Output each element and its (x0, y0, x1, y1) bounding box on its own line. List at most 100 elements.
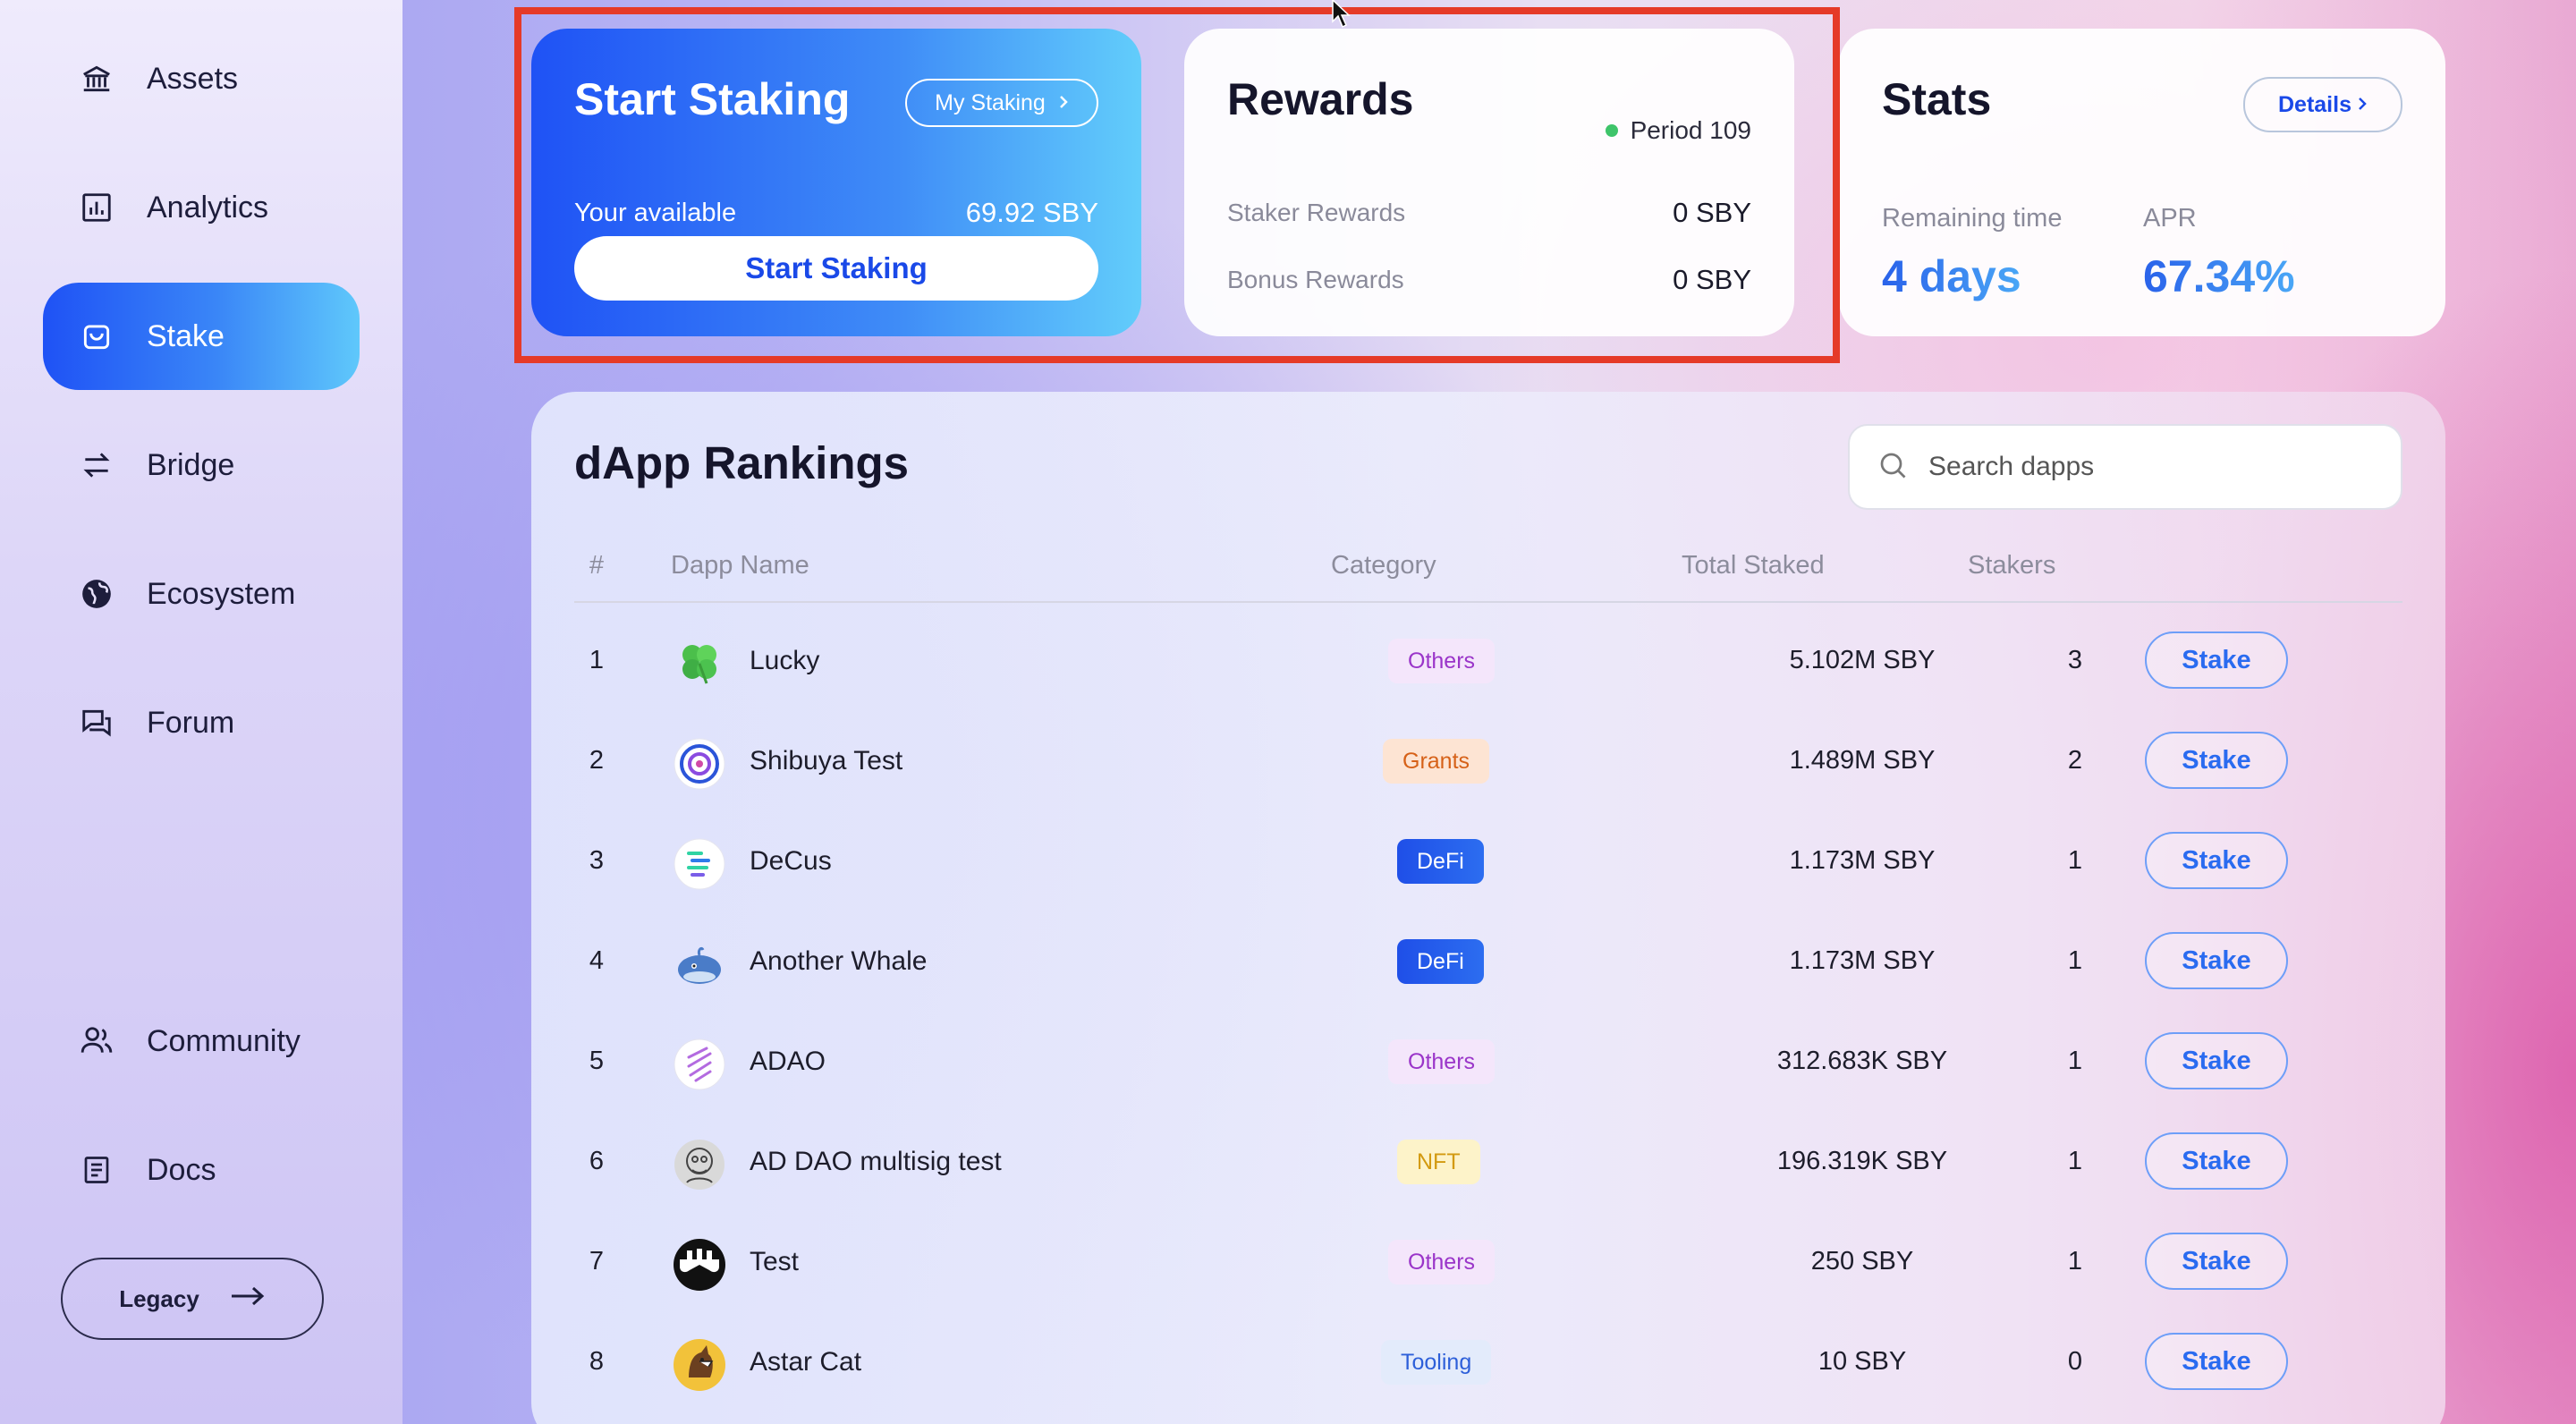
stakers-count: 1 (2067, 846, 2083, 875)
stake-button[interactable]: Stake (2145, 832, 2288, 889)
category-badge: Grants (1383, 739, 1490, 784)
column-header-category: Category (1331, 551, 1436, 580)
sidebar-item-label: Ecosystem (147, 576, 296, 611)
total-staked: 312.683K SBY (1776, 1047, 1948, 1075)
dapp-name[interactable]: ADAO (750, 1047, 826, 1077)
mustache-logo-icon (673, 1238, 726, 1292)
dapp-name[interactable]: Another Whale (750, 946, 927, 977)
sidebar-item-forum[interactable]: Forum (43, 669, 360, 776)
arrow-right-icon (230, 1285, 266, 1313)
remaining-time-label: Remaining time (1882, 204, 2063, 233)
globe-icon (79, 576, 114, 612)
category-badge: Others (1388, 1039, 1496, 1084)
stake-button[interactable]: Stake (2145, 1233, 2288, 1290)
total-staked: 1.489M SBY (1789, 746, 1936, 775)
sidebar-item-label: Community (147, 1023, 301, 1058)
row-rank: 1 (589, 646, 605, 674)
stake-button[interactable]: Stake (2145, 1333, 2288, 1390)
stakers-count: 1 (2067, 946, 2083, 975)
stats-card: Stats Details Remaining time 4 days APR … (1839, 29, 2445, 336)
sidebar-item-assets[interactable]: Assets (43, 25, 360, 132)
mouse-cursor-icon (1331, 0, 1351, 35)
row-rank: 7 (589, 1247, 605, 1276)
dapp-name[interactable]: AD DAO multisig test (750, 1147, 1002, 1177)
sidebar-item-stake[interactable]: Stake (43, 283, 360, 390)
sidebar-item-analytics[interactable]: Analytics (43, 154, 360, 261)
legacy-label: Legacy (119, 1284, 199, 1312)
table-row: 4 Another Whale DeFi 1.173M SBY 1 Stake (574, 911, 2402, 1011)
highlight-frame (514, 7, 1840, 363)
details-button[interactable]: Details (2243, 77, 2402, 132)
table-row: 6 AD DAO multisig test NFT 196.319K SBY … (574, 1111, 2402, 1211)
category-badge: NFT (1397, 1140, 1480, 1184)
total-staked: 250 SBY (1810, 1247, 1914, 1276)
sidebar-item-label: Analytics (147, 190, 269, 225)
cat-logo-icon (673, 1338, 726, 1392)
stake-button[interactable]: Stake (2145, 732, 2288, 789)
bag-icon (79, 318, 114, 354)
shibuya-logo-icon (673, 737, 726, 791)
total-staked: 1.173M SBY (1789, 846, 1936, 875)
remaining-time-value: 4 days (1882, 251, 2021, 301)
search-box[interactable] (1848, 424, 2402, 510)
stakers-count: 3 (2067, 646, 2083, 674)
row-rank: 5 (589, 1047, 605, 1075)
bank-icon (79, 61, 114, 97)
category-badge: DeFi (1397, 939, 1484, 984)
sidebar: Assets Analytics Stake Bridge Ecosystem … (0, 0, 402, 1424)
stake-button[interactable]: Stake (2145, 631, 2288, 689)
dapp-name[interactable]: Shibuya Test (750, 746, 902, 776)
dapp-name[interactable]: DeCus (750, 846, 832, 877)
sidebar-item-community[interactable]: Community (43, 987, 360, 1095)
row-rank: 6 (589, 1147, 605, 1175)
clover-icon (673, 637, 726, 691)
table-row: 7 Test Others 250 SBY 1 Stake (574, 1211, 2402, 1311)
table-row: 8 Astar Cat Tooling 10 SBY 0 Stake (574, 1311, 2402, 1411)
decus-logo-icon (673, 837, 726, 891)
column-header-stakers: Stakers (1968, 551, 2056, 580)
category-badge: Others (1388, 639, 1496, 683)
category-badge: Others (1388, 1240, 1496, 1284)
sidebar-item-bridge[interactable]: Bridge (43, 411, 360, 519)
row-rank: 3 (589, 846, 605, 875)
total-staked: 196.319K SBY (1776, 1147, 1948, 1175)
category-badge: DeFi (1397, 839, 1484, 884)
chart-icon (79, 190, 114, 225)
dapp-name[interactable]: Test (750, 1247, 799, 1277)
stake-button[interactable]: Stake (2145, 932, 2288, 989)
total-staked: 5.102M SBY (1789, 646, 1936, 674)
rankings-title: dApp Rankings (574, 437, 910, 488)
stake-button[interactable]: Stake (2145, 1132, 2288, 1190)
category-badge: Tooling (1381, 1340, 1492, 1385)
adao-logo-icon (673, 1038, 726, 1091)
users-icon (79, 1023, 114, 1059)
apr-value: 67.34% (2143, 251, 2295, 301)
legacy-button[interactable]: Legacy (61, 1258, 324, 1340)
avatar-sketch-icon (673, 1138, 726, 1191)
sidebar-item-label: Forum (147, 705, 235, 740)
sidebar-item-label: Assets (147, 61, 239, 96)
stats-title: Stats (1882, 74, 1992, 124)
search-input[interactable] (1928, 452, 2376, 482)
table-row: 1 Lucky Others 5.102M SBY 3 Stake (574, 610, 2402, 710)
stake-button[interactable]: Stake (2145, 1032, 2288, 1089)
column-header-total: Total Staked (1682, 551, 1825, 580)
chat-icon (79, 705, 114, 741)
sidebar-item-ecosystem[interactable]: Ecosystem (43, 540, 360, 648)
whale-icon (673, 937, 726, 991)
dapp-name[interactable]: Lucky (750, 646, 819, 676)
apr-label: APR (2143, 204, 2197, 233)
details-label: Details (2278, 91, 2351, 117)
total-staked: 10 SBY (1818, 1347, 1907, 1376)
column-header-name: Dapp Name (671, 551, 809, 580)
stakers-count: 2 (2067, 746, 2083, 775)
dapp-name[interactable]: Astar Cat (750, 1347, 861, 1377)
sidebar-item-label: Bridge (147, 447, 235, 482)
row-rank: 4 (589, 946, 605, 975)
sidebar-item-docs[interactable]: Docs (43, 1116, 360, 1224)
stakers-count: 1 (2067, 1247, 2083, 1276)
search-icon (1877, 449, 1909, 486)
table-header: # Dapp Name Category Total Staked Staker… (574, 544, 2402, 603)
stakers-count: 0 (2067, 1347, 2083, 1376)
table-row: 2 Shibuya Test Grants 1.489M SBY 2 Stake (574, 710, 2402, 810)
